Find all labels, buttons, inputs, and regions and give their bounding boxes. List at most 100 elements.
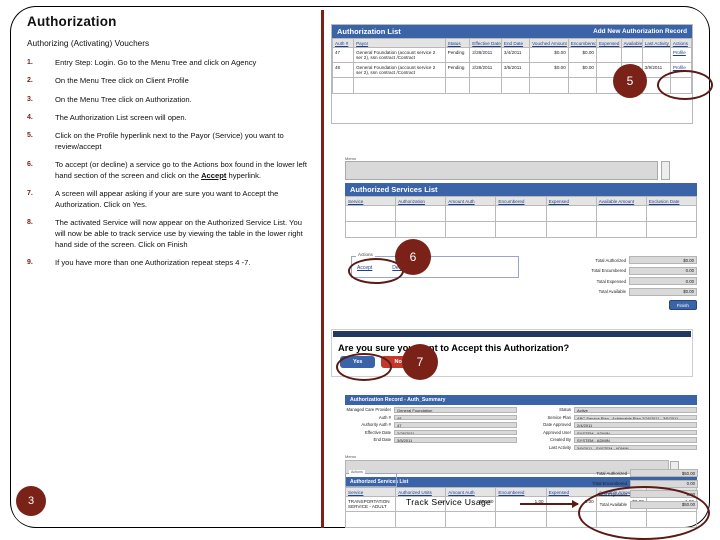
list-item: 6. To accept (or decline) a service go t… [27,160,312,182]
cell-empty [645,221,698,238]
total-row: Total Authorized $0.00 [565,256,697,264]
memo-textarea[interactable] [345,161,658,180]
cell-empty [529,77,569,94]
col-end-date[interactable]: End Date [500,38,531,48]
col-payor[interactable]: Payor [353,38,446,48]
cell-empty [445,221,497,238]
cell-last-activity-date [641,47,671,63]
total-encumbered-label: Total Encumbered [592,481,627,486]
cell-empty [495,205,547,222]
authorization-list-header: Authorization List Add New Authorization… [332,25,692,38]
step-text: The activated Service will now appear on… [55,218,303,249]
field-row: Created By SYSTEM - ADMIN [525,437,697,443]
col-amount-auth[interactable]: Amount Auth [445,196,497,206]
field-label: Last Activity [548,444,571,450]
detail-form-fields: Managed Care Provider General Foundation… [345,407,697,452]
total-row: Total Expensed 0.00 [565,277,697,285]
col-available-amount[interactable]: Available Amount [595,196,647,206]
field-row: Approved User SYSTEM - ADMIN [525,429,697,435]
cell-empty [445,511,497,528]
callout-badge-7: 7 [402,344,438,380]
field-value[interactable]: Active [574,407,697,413]
col-last-activity-date[interactable]: Last Activity Date [641,38,671,48]
cell-empty [344,511,397,528]
screenshot-authorized-services-list: Memo Authorized Services List Service Au… [344,156,698,238]
cell-empty [495,221,547,238]
col-expensed[interactable]: Expensed [595,38,622,48]
field-value[interactable]: 3/9/2011 - SYSTEM - ADMIN [574,444,697,450]
accept-hyperlink-mention: Accept [201,170,227,180]
cell-empty [331,77,355,94]
field-label: Effective Date [365,429,391,435]
col-expensed[interactable]: Expensed [545,196,597,206]
col-auth-number[interactable]: Auth # [331,38,355,48]
field-value[interactable]: SYSTEM - ADMIN [574,437,697,443]
field-label: Authority Auth # [361,422,391,428]
field-label: Created By [550,437,571,443]
col-service[interactable]: Service [344,487,397,497]
col-authorized-units[interactable]: Authorized Units [395,487,447,497]
total-row: Total Encumbered 0.00 [565,266,697,275]
field-label: Status [559,407,571,413]
col-authorization[interactable]: Authorization [395,196,447,206]
list-item: 4. The Authorization List screen will op… [27,113,312,124]
authorized-services-title: Authorized Services List [350,185,438,194]
annotation-ring-totals [578,486,710,540]
cell-empty [344,205,397,222]
step-text-part-c: hyperlink. [226,170,262,180]
step-text: To accept (or decline) a service go to t… [55,160,312,182]
detail-form-header: Authorization Record - Auth_Summary [345,395,697,405]
field-label: Date Approved [543,422,571,428]
cell-end-date: 3/4/2011 [500,47,531,63]
step-number: 6. [27,161,33,169]
col-actions[interactable]: Actions [669,38,693,48]
col-encumbered[interactable]: Encumbered [495,487,547,497]
field-value[interactable]: 2/28/2011 [394,429,517,435]
screenshot-authorization-detail: Authorization Record - Auth_Summary Mana… [344,395,698,528]
total-available-value: $0.00 [629,287,697,296]
totals-panel: Total Authorized $0.00 Total Encumbered … [565,256,697,310]
field-value[interactable]: General Foundation [394,407,517,413]
finish-button[interactable]: Finish [668,300,697,310]
steps-list: 1. Entry Step: Login. Go to the Menu Tre… [27,58,312,269]
step-number: 9. [27,259,33,267]
col-service[interactable]: Service [344,196,397,206]
total-encumbered-label: Total Encumbered [591,268,626,273]
cell-auth-number: 48 [331,62,355,78]
actions-legend: Actions [356,252,375,257]
col-encumbered[interactable]: Encumbered [495,196,547,206]
authorization-list-title: Authorization List [337,27,401,36]
col-status[interactable]: Status [444,38,471,48]
detail-actions-box: Actions [345,470,397,487]
field-value[interactable]: SYSTEM - ADMIN [574,429,697,435]
profile-link[interactable]: Profile [673,50,686,55]
field-value[interactable]: ABC Service Plan - Achievable Plan 2/28/… [574,414,697,420]
scrollbar[interactable] [661,161,670,180]
total-expensed-value: 0.00 [629,277,697,285]
list-item: 5. Click on the Profile hyperlink next t… [27,131,312,153]
col-expensed[interactable]: Expensed [545,487,597,497]
add-new-authorization-record-link[interactable]: Add New Authorization Record [593,28,687,35]
callout-arrow [520,500,579,508]
field-value[interactable]: 2/4/2011 [574,422,697,428]
col-amount-auth[interactable]: Amount Auth [445,487,497,497]
step-number: 7. [27,190,33,198]
field-label: Service Plan [547,414,571,420]
detail-actions-legend: Actions [349,470,365,474]
total-available-label: Total Available [598,289,626,294]
field-label: Approved User [543,429,571,435]
cell-end-date: 3/5/2011 [500,62,531,78]
field-value[interactable]: 47 [394,422,517,428]
col-encumbered[interactable]: Encumbered [567,38,597,48]
col-vouched-amount[interactable]: Vouched Amount [529,38,569,48]
cell-actions: Profile [669,47,693,63]
callout-badge-6: 6 [395,239,431,275]
col-effective-date[interactable]: Effective Date [469,38,502,48]
page-title: Authorization [27,14,117,29]
field-value[interactable]: 48 [394,414,517,420]
col-exclusion-date[interactable]: Exclusion Date [645,196,698,206]
field-value[interactable]: 3/5/2011 [394,437,517,443]
vertical-divider [321,10,324,528]
cell-empty [500,77,531,94]
col-available[interactable]: Available [620,38,643,48]
